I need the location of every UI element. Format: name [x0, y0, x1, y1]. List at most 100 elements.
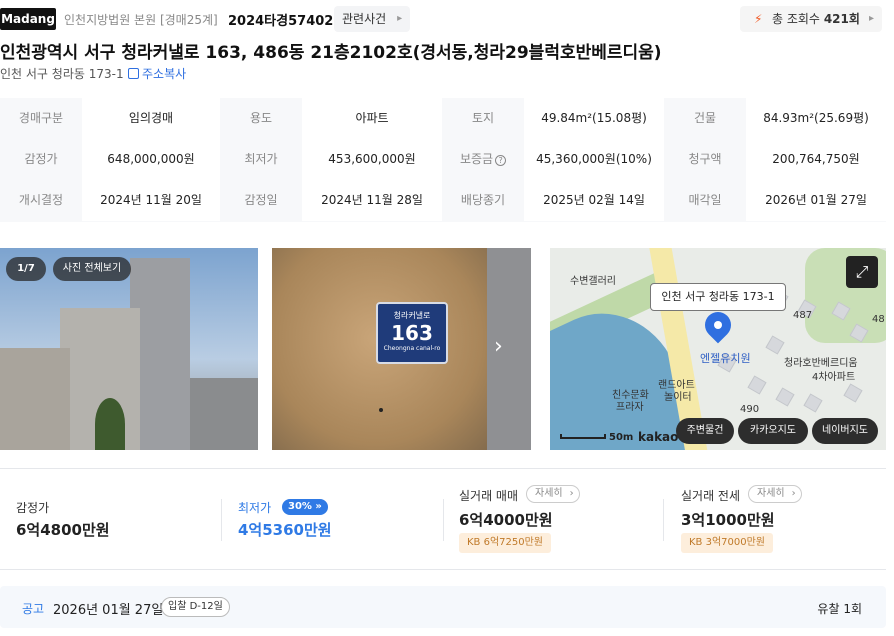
court-name: 인천지방법원 본원 [경매25계]	[64, 13, 218, 27]
notice-date: 2026년 01월 27일	[53, 603, 164, 618]
appraisal-value: 6억4800만원	[16, 521, 110, 539]
map-label: 수변갤러리	[570, 276, 616, 287]
appraisal-price-column: 감정가 6억4800만원	[16, 469, 206, 569]
appraisal-label: 감정가	[16, 501, 50, 515]
sale-kb-badge: KB 6억7250만원	[459, 533, 552, 553]
info-label: 감정일	[244, 193, 278, 207]
jeonse-detail-button[interactable]: 자세히 ›	[748, 485, 802, 503]
kakao-map-button[interactable]: 카카오지도	[738, 418, 808, 444]
sign-road-name-en: Cheongna canal-ro	[383, 345, 441, 352]
info-value: 84.93m²(25.69평)	[746, 98, 886, 139]
info-label: 감정가	[24, 152, 58, 166]
kakao-logo: kakao	[638, 430, 679, 444]
map-label: 487	[793, 310, 813, 321]
madang-logo: Madang	[0, 8, 56, 30]
building-block	[747, 375, 767, 395]
auction-info-table: 경매구분 임의경매 용도 아파트 토지 49.84m²(15.08평) 건물 8…	[0, 98, 886, 222]
jeonse-label: 실거래 전세	[681, 489, 741, 503]
related-cases-label: 관련사건	[342, 12, 387, 26]
info-label: 토지	[471, 111, 495, 125]
chevron-right-icon: ›	[569, 488, 574, 499]
copy-address-label: 주소복사	[142, 67, 187, 81]
map-scale-label: 50m	[609, 432, 634, 443]
map-address-tooltip: 인천 서구 청라동 173-1	[650, 283, 786, 311]
property-photo-address-sign[interactable]: 청라커낼로 163 Cheongna canal-ro ›	[272, 248, 531, 450]
jeonse-price-column: 실거래 전세 자세히 › 3억1000만원 KB 3억7000만원	[681, 469, 881, 569]
info-value: 200,764,750원	[746, 139, 886, 180]
map-label: 엔젤유치원	[700, 352, 751, 365]
map-scale-bar	[560, 434, 606, 439]
info-label: 최저가	[244, 152, 278, 166]
map-label: 프라자	[616, 402, 644, 413]
map-label: 490	[740, 404, 760, 415]
nearby-items-button[interactable]: 주변물건	[676, 418, 734, 444]
chevron-right-icon: ▸	[397, 13, 403, 24]
info-value: 2024년 11월 28일	[302, 180, 442, 221]
bid-dday-badge: 입찰 D-12일	[161, 597, 230, 617]
building-block	[803, 393, 823, 413]
photo-counter: 1/7	[6, 257, 46, 281]
address-sign: 청라커낼로 163 Cheongna canal-ro	[376, 302, 448, 364]
naver-map-button[interactable]: 네이버지도	[812, 418, 878, 444]
detail-label: 자세히	[535, 488, 563, 499]
detail-label: 자세히	[757, 488, 785, 499]
carousel-dot	[379, 408, 383, 412]
location-map[interactable]: 수변갤러리 엔젤유치원 청라호반베르디움 4차아파트 랜드아트 놀이터 친수문화…	[550, 248, 886, 450]
info-label: 매각일	[688, 193, 722, 207]
building-shape	[190, 378, 258, 450]
copy-icon	[128, 68, 139, 79]
view-all-photos-button[interactable]: 사진 전체보기	[53, 257, 131, 281]
chevron-down-icon: »	[315, 501, 322, 512]
jeonse-value: 3억1000만원	[681, 511, 775, 529]
info-label: 경매구분	[18, 111, 64, 125]
sale-value: 6억4000만원	[459, 511, 553, 529]
notice-label: 공고	[22, 602, 45, 616]
map-label: 놀이터	[664, 392, 692, 403]
map-label: 4차아파트	[812, 372, 856, 383]
sale-label: 실거래 매매	[459, 489, 519, 503]
info-label: 청구액	[688, 152, 722, 166]
related-cases-button[interactable]: 관련사건 ▸	[334, 6, 411, 32]
sale-price-column: 실거래 매매 자세히 › 6억4000만원 KB 6억7250만원	[459, 469, 659, 569]
minimum-value: 4억5360만원	[238, 521, 332, 539]
info-label: 용도	[249, 111, 273, 125]
discount-badge[interactable]: 30% »	[282, 499, 328, 515]
fullscreen-icon[interactable]: ⤢	[846, 256, 878, 288]
map-label: 청라호반베르디움	[784, 358, 858, 369]
view-count-text: 총 조회수 421회	[772, 6, 860, 32]
lot-address: 인천 서구 청라동 173-1	[0, 67, 124, 81]
copy-address-button[interactable]: 주소복사	[128, 65, 186, 82]
info-value: 49.84m²(15.08평)	[524, 98, 664, 139]
info-value: 2025년 02월 14일	[524, 180, 664, 221]
divider	[663, 499, 664, 541]
sale-detail-button[interactable]: 자세히 ›	[526, 485, 580, 503]
map-pin-icon[interactable]	[699, 306, 737, 344]
building-shape	[0, 348, 70, 450]
tree-shape	[95, 398, 125, 450]
map-label: 48	[872, 314, 885, 325]
divider	[443, 499, 444, 541]
property-address: 인천광역시 서구 청라커낼로 163, 486동 21층2102호(경서동,청라…	[0, 43, 662, 63]
divider	[221, 499, 222, 541]
help-icon[interactable]: ?	[495, 155, 507, 166]
info-value: 임의경매	[82, 98, 220, 139]
chevron-right-icon: ›	[791, 488, 796, 499]
auction-notice-bar[interactable]: 공고 2026년 01월 27일 입찰 D-12일 유찰 1회	[0, 586, 886, 628]
info-value: 2026년 01월 27일	[746, 180, 886, 221]
chevron-right-icon[interactable]: ›	[494, 334, 503, 359]
deposit-label-cell: 보증금?	[442, 139, 524, 180]
minimum-price-column: 최저가 30% » 4억5360만원	[238, 469, 428, 569]
info-label: 배당종기	[460, 193, 506, 207]
sign-number: 163	[391, 321, 433, 345]
jeonse-kb-badge: KB 3억7000만원	[681, 533, 774, 553]
building-block	[775, 387, 795, 407]
bolt-icon: ⚡	[754, 12, 763, 26]
view-count-button[interactable]: ⚡ 총 조회수 421회 ▸	[740, 6, 882, 32]
info-value: 453,600,000원	[302, 139, 442, 180]
chevron-right-icon: ▸	[868, 13, 874, 24]
view-count-label: 총 조회수	[772, 12, 820, 26]
info-value: 아파트	[302, 98, 442, 139]
property-photo-building[interactable]: 1/7 사진 전체보기	[0, 248, 258, 450]
building-block	[765, 335, 785, 355]
sign-road-name: 청라커낼로	[393, 311, 431, 320]
